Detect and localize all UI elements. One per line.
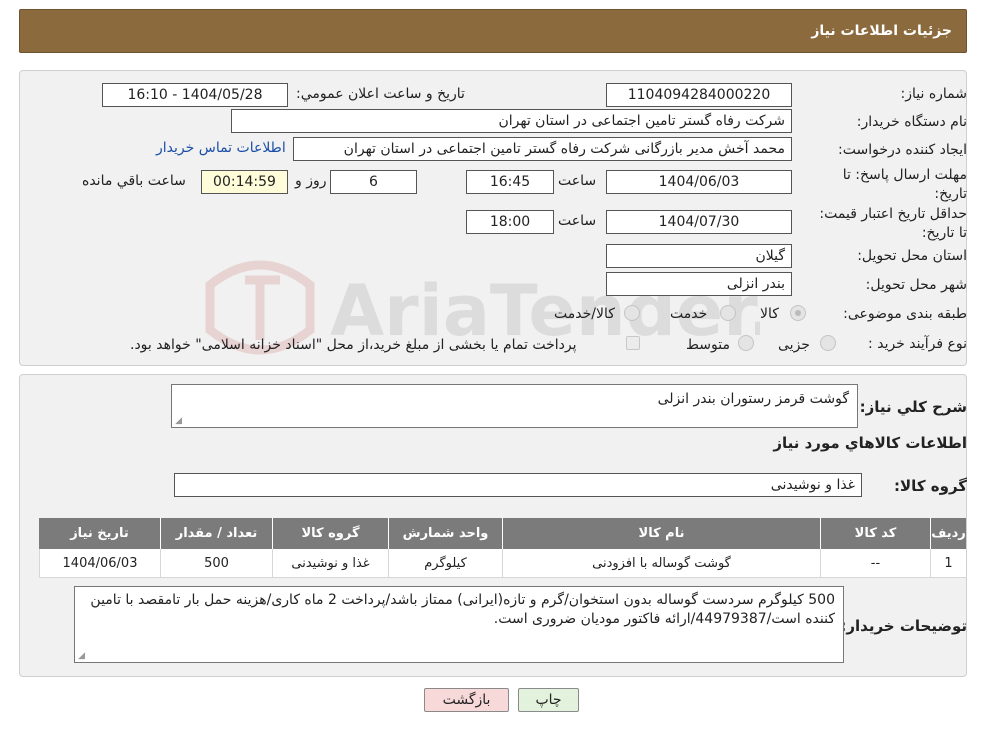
deadline-date-field[interactable]: 1404/06/03 — [606, 170, 792, 194]
col-header-row-no: رديف — [930, 518, 966, 549]
remaining-label: ساعت باقي مانده — [82, 173, 186, 189]
buyer-org-field[interactable]: شرکت رفاه گستر تامین اجتماعی در استان ته… — [231, 109, 792, 133]
treasury-checkbox[interactable] — [626, 336, 640, 350]
col-header-unit: واحد شمارش — [388, 518, 502, 549]
deadline-label: مهلت ارسال پاسخ: تا تاریخ: — [842, 167, 967, 202]
cell-row-no: 1 — [930, 549, 966, 578]
cell-item-code: -- — [820, 549, 930, 578]
treasury-note: پرداخت تمام یا بخشی از مبلغ خرید،از محل … — [130, 337, 577, 353]
items-table: رديف کد کالا نام کالا واحد شمارش گروه کا… — [39, 518, 966, 578]
announce-label: تاریخ و ساعت اعلان عمومي: — [296, 86, 465, 102]
goods-group-label: گروه کالا: — [894, 477, 967, 495]
validity-time-label: ساعت — [558, 213, 597, 229]
remaining-timer: 00:14:59 — [201, 170, 288, 194]
cell-goods-group: غذا و نوشیدنی — [272, 549, 388, 578]
items-table-header-row: رديف کد کالا نام کالا واحد شمارش گروه کا… — [39, 518, 966, 549]
requester-field[interactable]: محمد آخش مدیر بازرگانی شرکت رفاه گستر تا… — [293, 137, 792, 161]
process-medium-radio[interactable] — [738, 335, 754, 351]
back-button[interactable]: بازگشت — [424, 688, 509, 712]
category-service-radio[interactable] — [720, 305, 736, 321]
need-number-label: شماره نیاز: — [900, 86, 968, 102]
buyer-notes-text: 500 کیلوگرم سردست گوساله بدون استخوان/گر… — [90, 592, 835, 627]
resize-grip-icon[interactable]: ◢ — [77, 652, 85, 661]
need-number-field[interactable]: 1104094284000220 — [606, 83, 792, 107]
page-title: جزئیات اطلاعات نیاز — [811, 23, 952, 39]
category-goods-service-radio[interactable] — [624, 305, 640, 321]
resize-grip-icon[interactable]: ◢ — [174, 417, 182, 426]
city-field[interactable]: بندر انزلی — [606, 272, 792, 296]
buyer-contact-link[interactable]: اطلاعات تماس خریدار — [156, 140, 286, 156]
category-label: طبقه بندی موضوعی: — [843, 306, 967, 322]
buyer-notes-label: توضيحات خريدار: — [840, 617, 967, 635]
deadline-time-field[interactable]: 16:45 — [466, 170, 554, 194]
process-minor-label: جزیی — [778, 337, 810, 353]
goods-group-field[interactable]: غذا و نوشیدنی — [174, 473, 862, 497]
items-table-wrapper: رديف کد کالا نام کالا واحد شمارش گروه کا… — [39, 518, 966, 578]
col-header-item-code: کد کالا — [820, 518, 930, 549]
summary-label: شرح کلي نياز: — [859, 398, 967, 416]
page-header: جزئیات اطلاعات نیاز — [19, 9, 967, 53]
cell-unit: کیلوگرم — [388, 549, 502, 578]
col-header-goods-group: گروه کالا — [272, 518, 388, 549]
category-goods-radio[interactable] — [790, 305, 806, 321]
col-header-quantity: تعداد / مقدار — [160, 518, 272, 549]
cell-item-name: گوشت گوساله با افزودنی — [502, 549, 820, 578]
goods-info-title: اطلاعات کالاهاي مورد نياز — [773, 434, 967, 452]
validity-date-field[interactable]: 1404/07/30 — [606, 210, 792, 234]
col-header-need-date: تاريخ نياز — [39, 518, 160, 549]
process-medium-label: متوسط — [686, 337, 730, 353]
requester-label: ایجاد کننده درخواست: — [838, 142, 967, 158]
announce-datetime-field[interactable]: 1404/05/28 - 16:10 — [102, 83, 288, 107]
buyer-org-label: نام دستگاه خریدار: — [856, 114, 967, 130]
category-goods-label: کالا — [760, 306, 779, 322]
buyer-notes-textarea[interactable]: 500 کیلوگرم سردست گوساله بدون استخوان/گر… — [74, 586, 844, 663]
province-label: استان محل تحویل: — [857, 248, 967, 264]
cell-need-date: 1404/06/03 — [39, 549, 160, 578]
city-label: شهر محل تحویل: — [865, 277, 967, 293]
cell-quantity: 500 — [160, 549, 272, 578]
category-goods-service-label: کالا/خدمت — [554, 306, 615, 322]
validity-time-field[interactable]: 18:00 — [466, 210, 554, 234]
process-minor-radio[interactable] — [820, 335, 836, 351]
days-remaining-field[interactable]: 6 — [330, 170, 417, 194]
process-label: نوع فرآیند خرید : — [868, 336, 967, 352]
print-button[interactable]: چاپ — [518, 688, 579, 712]
summary-textarea[interactable]: گوشت قرمز رستوران بندر انزلی ◢ — [171, 384, 858, 428]
validity-label: حداقل تاریخ اعتبار قیمت: تا تاریخ: — [819, 206, 967, 241]
deadline-time-label: ساعت — [558, 173, 597, 189]
table-row[interactable]: 1 -- گوشت گوساله با افزودنی کیلوگرم غذا … — [39, 549, 966, 578]
days-label: روز و — [295, 173, 327, 189]
category-service-label: خدمت — [670, 306, 708, 322]
province-field[interactable]: گیلان — [606, 244, 792, 268]
summary-text: گوشت قرمز رستوران بندر انزلی — [657, 391, 849, 407]
col-header-item-name: نام کالا — [502, 518, 820, 549]
